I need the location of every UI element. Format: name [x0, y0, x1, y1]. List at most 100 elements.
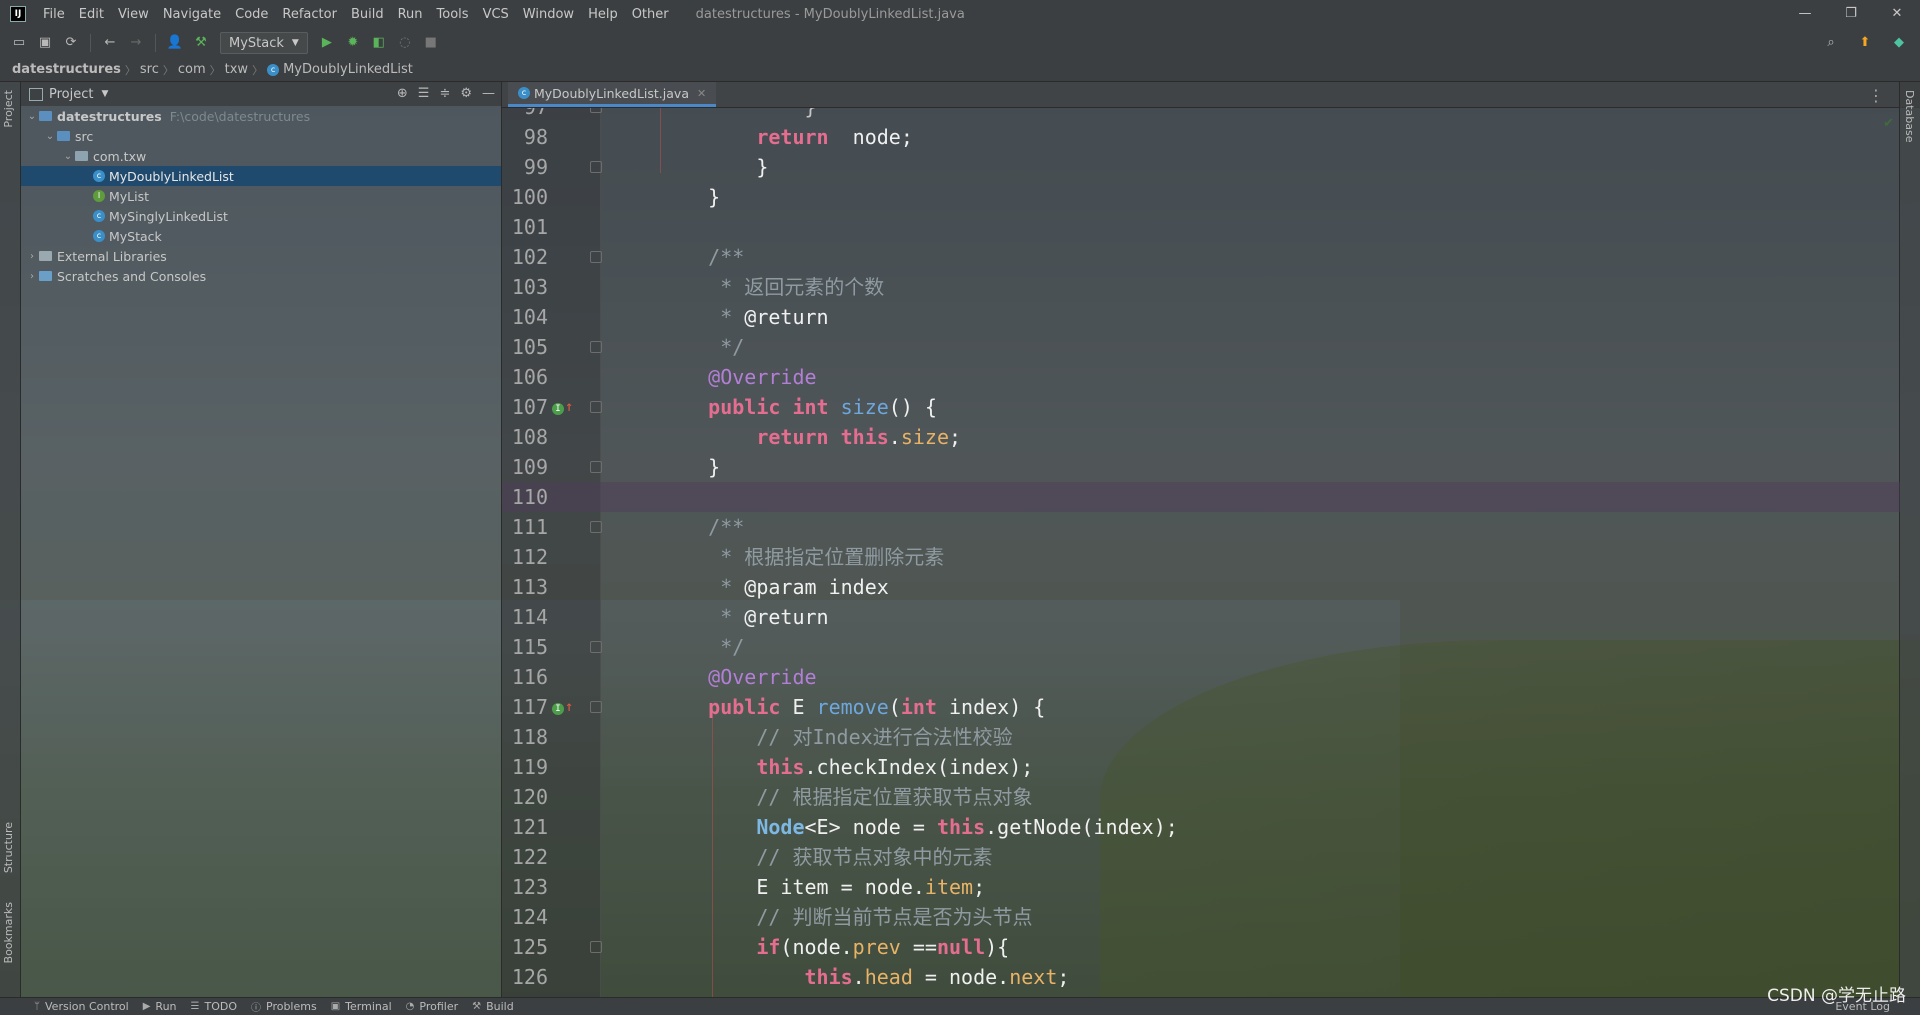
- update-icon[interactable]: ⬆: [1856, 34, 1874, 52]
- menu-refactor[interactable]: Refactor: [275, 7, 344, 22]
- locate-file-icon[interactable]: ⊕: [397, 86, 408, 101]
- code-line[interactable]: 98 return node;: [502, 122, 1900, 152]
- close-icon[interactable]: ✕: [1874, 0, 1920, 28]
- intellij-logo-icon[interactable]: IJ: [10, 6, 26, 22]
- code-line[interactable]: 102 /**: [502, 242, 1900, 272]
- menu-vcs[interactable]: VCS: [476, 7, 516, 22]
- breadcrumb-com[interactable]: com: [174, 62, 210, 77]
- forward-icon[interactable]: →: [127, 34, 145, 52]
- tree-item[interactable]: I MyList: [21, 186, 501, 206]
- implements-marker-icon[interactable]: I ↑: [552, 699, 573, 715]
- breadcrumb-txw[interactable]: txw: [221, 62, 252, 77]
- breadcrumb-file[interactable]: c MyDoublyLinkedList: [263, 62, 417, 77]
- save-icon[interactable]: ▣: [36, 34, 54, 52]
- chevron-down-icon[interactable]: ⌄: [25, 111, 39, 122]
- open-folder-icon[interactable]: ▭: [10, 34, 28, 52]
- menu-navigate[interactable]: Navigate: [156, 7, 228, 22]
- breadcrumb-project[interactable]: datestructures: [0, 62, 125, 77]
- menu-window[interactable]: Window: [516, 7, 581, 22]
- code-line[interactable]: 105 */: [502, 332, 1900, 362]
- plugin-icon[interactable]: ◆: [1890, 34, 1908, 52]
- code-line[interactable]: 116 @Override: [502, 662, 1900, 692]
- project-panel-title[interactable]: Project: [49, 87, 93, 102]
- more-tabs-icon[interactable]: ⋮: [1868, 86, 1884, 105]
- code-line[interactable]: 119 this.checkIndex(index);: [502, 752, 1900, 782]
- minimize-icon[interactable]: —: [1782, 0, 1828, 28]
- profile-icon[interactable]: ◌: [396, 34, 414, 52]
- menu-view[interactable]: View: [111, 7, 156, 22]
- fold-icon[interactable]: [590, 251, 602, 263]
- code-line[interactable]: 110: [502, 482, 1900, 512]
- fold-icon[interactable]: [590, 461, 602, 473]
- tree-item[interactable]: c MyStack: [21, 226, 501, 246]
- chevron-down-icon[interactable]: ▼: [101, 89, 108, 99]
- fold-icon[interactable]: [590, 108, 602, 113]
- bookmarks-tool-tab[interactable]: Bookmarks: [2, 902, 15, 963]
- menu-help[interactable]: Help: [581, 7, 625, 22]
- code-line[interactable]: 113 * @param index: [502, 572, 1900, 602]
- collapse-all-icon[interactable]: ≑: [439, 86, 450, 101]
- tree-item[interactable]: ⌄ com.txw: [21, 146, 501, 166]
- editor-tab-active[interactable]: c MyDoublyLinkedList.java ✕: [508, 82, 717, 107]
- menu-other[interactable]: Other: [625, 7, 676, 22]
- stop-icon[interactable]: ■: [422, 34, 440, 52]
- status-version-control[interactable]: ᛘ Version Control: [34, 1000, 129, 1013]
- close-tab-icon[interactable]: ✕: [697, 87, 706, 100]
- fold-icon[interactable]: [590, 701, 602, 713]
- tree-item[interactable]: › External Libraries: [21, 246, 501, 266]
- code-line[interactable]: 115 */: [502, 632, 1900, 662]
- code-line[interactable]: 97 }: [502, 108, 1900, 122]
- chevron-right-icon[interactable]: ›: [25, 251, 39, 262]
- code-line[interactable]: 122 // 获取节点对象中的元素: [502, 842, 1900, 872]
- status-problems[interactable]: ⓘ Problems: [251, 999, 317, 1014]
- fold-icon[interactable]: [590, 641, 602, 653]
- breadcrumb-src[interactable]: src: [136, 62, 163, 77]
- gear-icon[interactable]: ⚙: [460, 86, 472, 101]
- code-line[interactable]: 103 * 返回元素的个数: [502, 272, 1900, 302]
- database-tool-tab[interactable]: Database: [1903, 90, 1916, 143]
- status-profiler[interactable]: ◔ Profiler: [406, 1000, 458, 1013]
- fold-icon[interactable]: [590, 521, 602, 533]
- tree-item[interactable]: › Scratches and Consoles: [21, 266, 501, 286]
- code-line[interactable]: 121 Node<E> node = this.getNode(index);: [502, 812, 1900, 842]
- sync-icon[interactable]: ⟳: [62, 34, 80, 52]
- hide-panel-icon[interactable]: —: [482, 86, 495, 101]
- tree-item[interactable]: c MySinglyLinkedList: [21, 206, 501, 226]
- structure-tool-tab[interactable]: Structure: [2, 822, 15, 873]
- project-tool-tab[interactable]: Project: [2, 90, 15, 128]
- menu-code[interactable]: Code: [228, 7, 275, 22]
- code-line[interactable]: 106 @Override: [502, 362, 1900, 392]
- fold-icon[interactable]: [590, 401, 602, 413]
- code-line[interactable]: 124 // 判断当前节点是否为头节点: [502, 902, 1900, 932]
- restore-icon[interactable]: ❐: [1828, 0, 1874, 28]
- run-configuration-select[interactable]: MyStack ▼: [220, 32, 308, 54]
- menu-tools[interactable]: Tools: [430, 7, 476, 22]
- fold-icon[interactable]: [590, 161, 602, 173]
- expand-all-icon[interactable]: ☰: [418, 86, 430, 101]
- code-line[interactable]: 111 /**: [502, 512, 1900, 542]
- code-line[interactable]: 126 this.head = node.next;: [502, 962, 1900, 992]
- code-line[interactable]: 125 if(node.prev ==null){: [502, 932, 1900, 962]
- chevron-right-icon[interactable]: ›: [25, 271, 39, 282]
- back-icon[interactable]: ←: [101, 34, 119, 52]
- code-line[interactable]: 100 }: [502, 182, 1900, 212]
- chevron-down-icon[interactable]: ⌄: [43, 131, 57, 142]
- fold-icon[interactable]: [590, 941, 602, 953]
- coverage-icon[interactable]: ◧: [370, 34, 388, 52]
- menu-build[interactable]: Build: [344, 7, 391, 22]
- code-line[interactable]: 120 // 根据指定位置获取节点对象: [502, 782, 1900, 812]
- chevron-down-icon[interactable]: ⌄: [61, 151, 75, 162]
- code-line[interactable]: 114 * @return: [502, 602, 1900, 632]
- search-icon[interactable]: ⌕: [1822, 34, 1840, 52]
- menu-edit[interactable]: Edit: [72, 7, 111, 22]
- code-line[interactable]: 112 * 根据指定位置删除元素: [502, 542, 1900, 572]
- code-line[interactable]: 99 }: [502, 152, 1900, 182]
- code-line[interactable]: 108 return this.size;: [502, 422, 1900, 452]
- run-icon[interactable]: ▶: [318, 34, 336, 52]
- menu-run[interactable]: Run: [391, 7, 430, 22]
- debug-icon[interactable]: ✹: [344, 34, 362, 52]
- code-line[interactable]: 117 I ↑ public E remove(int index) {: [502, 692, 1900, 722]
- tree-item[interactable]: c MyDoublyLinkedList: [21, 166, 501, 186]
- implements-marker-icon[interactable]: I ↑: [552, 399, 573, 415]
- status-build[interactable]: ⚒ Build: [472, 1000, 514, 1013]
